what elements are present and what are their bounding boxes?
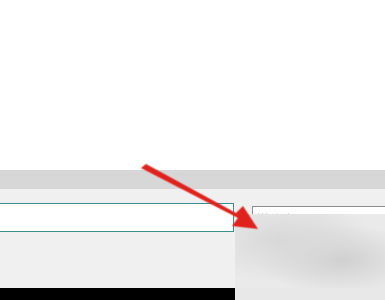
filename-input[interactable] bbox=[0, 203, 234, 232]
footer-separator bbox=[0, 170, 385, 189]
bottom-edge-blur bbox=[235, 288, 385, 300]
screenshot-page: 媒体文件 (*.3g2;*.3 bbox=[0, 0, 385, 300]
file-list-area bbox=[0, 0, 385, 170]
blurred-region bbox=[235, 214, 385, 290]
